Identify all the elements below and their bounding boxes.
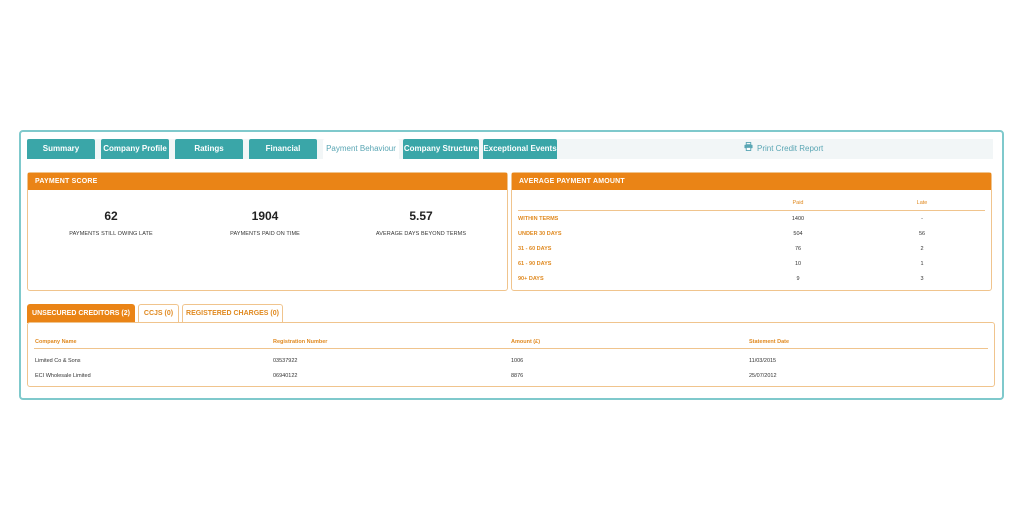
score-label: AVERAGE DAYS BEYOND TERMS: [375, 231, 467, 237]
printer-icon: [744, 139, 753, 159]
payment-row: WITHIN TERMS 1400 -: [518, 216, 985, 226]
cell-amount: 8876: [511, 373, 524, 379]
score-late-owing: 62 PAYMENTS STILL OWING LATE: [46, 209, 176, 237]
payment-row: 31 - 60 DAYS 76 2: [518, 246, 985, 256]
cell-company-name: ECI Wholesale Limited: [35, 373, 91, 379]
col-company-name: Company Name: [35, 339, 77, 345]
payment-score-panel: PAYMENT SCORE 62 PAYMENTS STILL OWING LA…: [27, 172, 508, 291]
score-value: 1904: [251, 209, 279, 223]
row-category: 31 - 60 DAYS: [518, 246, 552, 252]
col-registration-number: Registration Number: [273, 339, 328, 345]
row-paid: 1400: [791, 216, 805, 222]
row-paid: 76: [794, 246, 802, 252]
score-days-beyond-terms: 5.57 AVERAGE DAYS BEYOND TERMS: [356, 209, 486, 237]
col-statement-date: Statement Date: [749, 339, 790, 345]
tab-company-structure[interactable]: Company Structure: [403, 139, 479, 159]
row-category: UNDER 30 DAYS: [518, 231, 562, 237]
tab-payment-behaviour[interactable]: Payment Behaviour: [323, 139, 399, 159]
row-late: 3: [920, 276, 924, 282]
payment-row: UNDER 30 DAYS 504 56: [518, 231, 985, 241]
cell-amount: 1006: [511, 358, 524, 364]
row-late: 56: [918, 231, 926, 237]
cell-statement-date: 11/03/2015: [749, 358, 777, 364]
row-category: 90+ DAYS: [518, 276, 544, 282]
score-label: PAYMENTS PAID ON TIME: [230, 231, 300, 237]
row-late: 2: [920, 246, 924, 252]
score-paid-on-time: 1904 PAYMENTS PAID ON TIME: [200, 209, 330, 237]
print-credit-report-link[interactable]: Print Credit Report: [744, 139, 823, 159]
row-category: WITHIN TERMS: [518, 216, 559, 222]
average-payment-panel: AVERAGE PAYMENT AMOUNT Paid Late WITHIN …: [511, 172, 992, 291]
header-divider: [518, 210, 985, 211]
cell-registration-number: 03537922: [273, 358, 298, 364]
tab-unsecured-creditors[interactable]: UNSECURED CREDITORS (2): [27, 304, 135, 323]
row-late: 1: [920, 261, 924, 267]
tab-company-profile[interactable]: Company Profile: [101, 139, 169, 159]
tab-financial[interactable]: Financial: [249, 139, 317, 159]
score-value: 62: [104, 209, 118, 223]
payment-row: 61 - 90 DAYS 10 1: [518, 261, 985, 271]
tab-summary[interactable]: Summary: [27, 139, 95, 159]
tab-ratings[interactable]: Ratings: [175, 139, 243, 159]
tab-exceptional-events[interactable]: Exceptional Events: [483, 139, 557, 159]
row-paid: 10: [794, 261, 802, 267]
score-label: PAYMENTS STILL OWING LATE: [69, 231, 153, 237]
col-amount: Amount (£): [511, 339, 541, 345]
average-payment-title: AVERAGE PAYMENT AMOUNT: [512, 173, 991, 190]
score-value: 5.57: [409, 209, 433, 223]
cell-company-name: Limited Co & Sons: [35, 358, 81, 364]
payment-row: 90+ DAYS 9 3: [518, 276, 985, 286]
late-header: Late: [916, 200, 928, 206]
row-paid: 9: [796, 276, 800, 282]
cell-registration-number: 06940122: [273, 373, 298, 379]
row-category: 61 - 90 DAYS: [518, 261, 552, 267]
payment-score-title: PAYMENT SCORE: [28, 173, 507, 190]
table-header-divider: [34, 348, 988, 349]
print-label: Print Credit Report: [757, 144, 824, 153]
tab-bar: Summary Company Profile Ratings Financia…: [27, 139, 993, 159]
row-late: -: [921, 216, 923, 222]
row-paid: 504: [793, 231, 803, 237]
tab-registered-charges[interactable]: REGISTERED CHARGES (0): [182, 304, 283, 323]
paid-header: Paid: [792, 200, 804, 206]
tab-ccjs[interactable]: CCJS (0): [138, 304, 179, 323]
cell-statement-date: 25/07/2012: [749, 373, 777, 379]
